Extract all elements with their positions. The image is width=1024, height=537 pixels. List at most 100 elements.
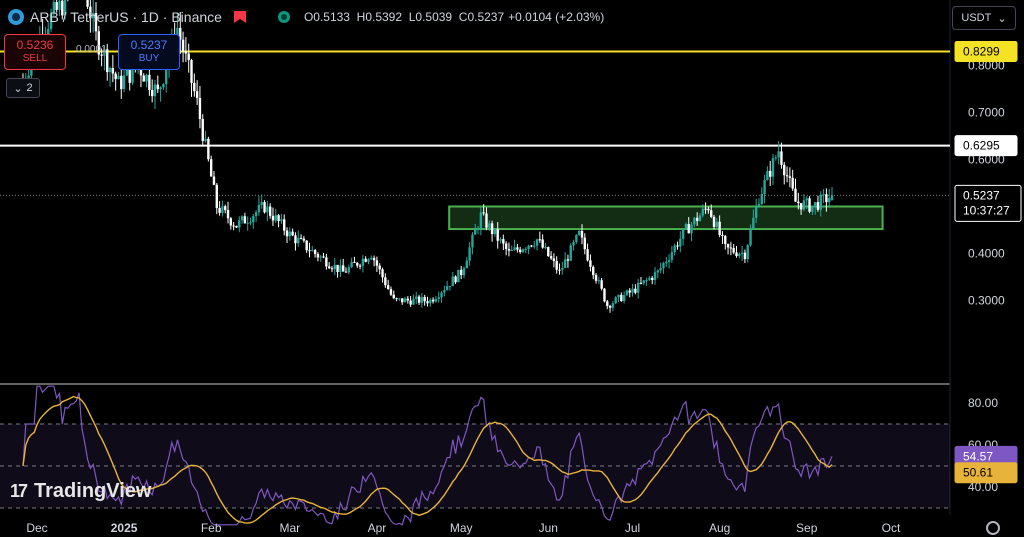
- candle-body-115: [344, 271, 348, 273]
- candle-body-245: [710, 210, 713, 217]
- candle-body-215: [625, 290, 629, 296]
- candle-body-66: [207, 138, 210, 160]
- sell-button[interactable]: 0.5236 SELL: [4, 34, 66, 70]
- rsi-value-label-text-0: 54.57: [963, 449, 993, 463]
- price-chart[interactable]: 0.90000.80000.70000.60000.40000.300080.0…: [0, 0, 1024, 537]
- candle-body-193: [563, 259, 567, 269]
- candle-body-117: [350, 261, 353, 268]
- candle-body-235: [681, 228, 685, 239]
- candle-body-225: [653, 272, 657, 281]
- candle-body-216: [628, 290, 631, 293]
- candle-body-237: [687, 223, 690, 234]
- candle-body-73: [226, 210, 230, 219]
- currency-selector[interactable]: USDT ⌄: [952, 6, 1016, 30]
- candle-body-161: [474, 229, 477, 235]
- candle-body-238: [690, 224, 693, 234]
- candle-body-159: [468, 247, 471, 261]
- x-tick-7: Jul: [625, 521, 640, 535]
- candle-body-236: [684, 223, 688, 229]
- candle-body-255: [738, 253, 741, 257]
- candle-body-105: [316, 253, 320, 258]
- candle-body-131: [389, 289, 393, 295]
- candle-body-50: [162, 84, 165, 88]
- candle-body-244: [707, 208, 710, 211]
- candle-body-119: [356, 262, 359, 266]
- candle-body-173: [507, 249, 511, 251]
- candle-body-264: [763, 180, 766, 195]
- candle-body-57: [181, 39, 185, 52]
- chevron-down-icon: ⌄: [13, 82, 23, 95]
- candle-body-188: [549, 256, 553, 259]
- candle-body-248: [718, 221, 721, 236]
- candle-body-132: [392, 294, 395, 299]
- candle-body-165: [485, 213, 488, 228]
- candle-body-89: [271, 215, 275, 221]
- candle-body-72: [224, 206, 227, 211]
- candle-body-83: [254, 212, 258, 217]
- flag-icon[interactable]: [233, 11, 246, 23]
- candle-body-152: [448, 286, 452, 288]
- settings-icon[interactable]: [986, 521, 1000, 535]
- indicators-toggle[interactable]: ⌄ 2: [6, 78, 40, 98]
- open-value: 0.5133: [313, 10, 350, 24]
- candle-body-204: [594, 275, 598, 281]
- candle-body-61: [193, 82, 196, 92]
- candle-body-283: [816, 202, 820, 210]
- candle-body-258: [746, 245, 749, 260]
- candle-body-194: [566, 259, 570, 261]
- candle-body-280: [808, 198, 811, 212]
- candle-body-223: [648, 277, 651, 280]
- candle-body-96: [291, 231, 294, 236]
- x-tick-8: Aug: [709, 521, 730, 535]
- candle-body-138: [409, 300, 412, 305]
- candle-body-166: [488, 223, 491, 228]
- x-tick-9: Sep: [796, 521, 818, 535]
- candle-body-128: [381, 269, 384, 278]
- candle-body-78: [240, 216, 244, 221]
- candle-body-162: [476, 228, 480, 230]
- candle-body-74: [229, 218, 233, 226]
- rsi-tick-0: 80.00: [968, 396, 998, 410]
- candle-body-257: [743, 252, 747, 260]
- candle-body-143: [423, 297, 426, 302]
- candle-body-229: [665, 261, 668, 264]
- x-tick-2: Feb: [201, 521, 222, 535]
- candle-body-279: [805, 198, 808, 201]
- candle-body-156: [459, 269, 463, 276]
- candle-body-222: [645, 279, 648, 281]
- candle-body-284: [819, 194, 822, 210]
- buy-button[interactable]: 0.5237 BUY: [118, 34, 180, 70]
- candle-body-46: [150, 90, 154, 97]
- candle-body-246: [712, 216, 716, 227]
- candle-body-247: [715, 221, 719, 227]
- candle-body-121: [361, 258, 365, 266]
- candle-body-240: [695, 217, 699, 222]
- candle-body-262: [757, 204, 761, 207]
- candle-body-221: [642, 280, 645, 284]
- candle-body-145: [429, 299, 432, 304]
- candle-body-227: [659, 268, 662, 271]
- candle-body-86: [263, 202, 266, 213]
- buy-label: BUY: [138, 53, 160, 64]
- candle-body-234: [679, 238, 682, 247]
- candle-body-253: [732, 248, 735, 253]
- candle-body-95: [288, 231, 292, 237]
- candle-body-114: [342, 265, 345, 272]
- tradingview-logo[interactable]: 17 TradingView: [10, 480, 151, 503]
- candle-body-101: [305, 240, 308, 251]
- candle-body-190: [555, 261, 558, 270]
- candle-body-84: [257, 204, 261, 213]
- close-value: 0.5237: [467, 10, 505, 24]
- candle-body-85: [260, 202, 263, 205]
- change-value: +0.0104 (+2.03%): [508, 10, 605, 24]
- candle-body-168: [493, 229, 497, 235]
- symbol-title[interactable]: ARB / TetherUS · 1D · Binance: [30, 9, 222, 25]
- tradingview-mark-icon: 17: [10, 481, 28, 501]
- high-value: 0.5392: [365, 10, 403, 24]
- candle-body-226: [656, 270, 660, 273]
- x-tick-4: Apr: [368, 521, 387, 535]
- candle-body-270: [780, 151, 783, 165]
- last-price-label-text-0: 0.5237: [963, 188, 1000, 202]
- candle-body-275: [794, 188, 797, 202]
- candle-body-254: [735, 252, 738, 257]
